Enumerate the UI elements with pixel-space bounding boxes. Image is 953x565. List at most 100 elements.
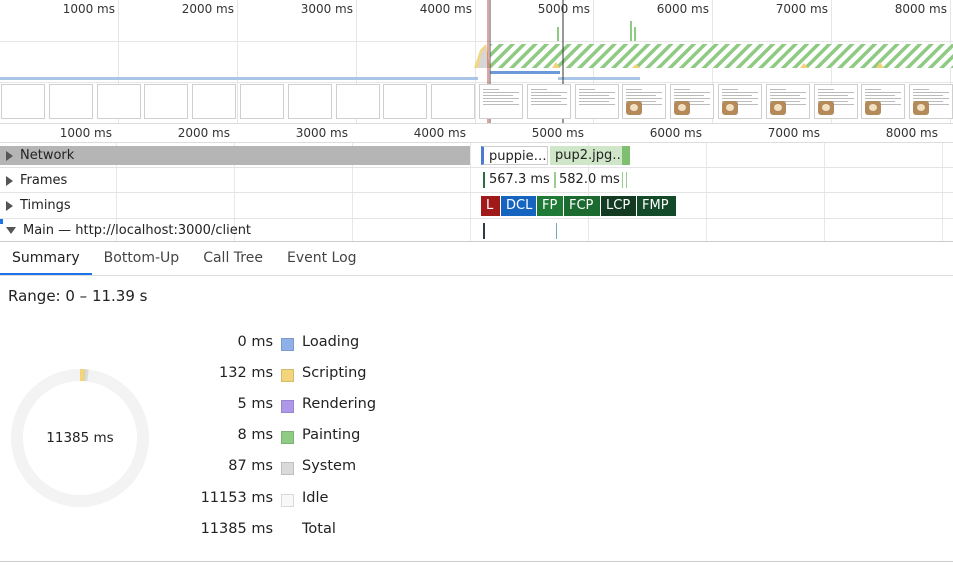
screenshot-thumbnail[interactable]	[909, 84, 953, 119]
frame-marker	[626, 172, 627, 188]
screenshot-thumbnail[interactable]	[240, 84, 284, 119]
summary-row-name: Rendering	[302, 396, 377, 413]
thumbnail-text-line	[578, 92, 615, 93]
timing-marker-fcp[interactable]: FCP	[564, 196, 600, 216]
thumbnail-text-line	[769, 89, 786, 90]
screenshot-thumbnail[interactable]	[287, 84, 332, 119]
task-marker	[483, 223, 485, 239]
frame-marker	[622, 172, 623, 188]
frame-marker	[554, 172, 556, 188]
summary-row-swatch	[281, 369, 294, 383]
collapse-triangle-icon[interactable]	[6, 226, 16, 234]
thumbnail-text-line	[722, 98, 758, 99]
network-track[interactable]: Network puppie… pup2.jpg…	[0, 143, 953, 168]
screenshot-thumbnail[interactable]	[144, 84, 189, 119]
pie-total-label: 11385 ms	[46, 430, 114, 446]
timings-track-header[interactable]: Timings	[0, 193, 71, 218]
screenshot-thumbnail[interactable]	[96, 84, 141, 119]
thumbnail-text-line	[578, 89, 595, 90]
summary-row-value: 87 ms	[228, 458, 273, 475]
thumbnail-text-line	[530, 95, 561, 96]
screenshot-thumbnail[interactable]	[479, 84, 523, 119]
thumbnail-puppy-image	[913, 101, 930, 115]
thumbnail-text-line	[722, 89, 738, 90]
summary-row-value: 11385 ms	[200, 520, 273, 537]
summary-row-name: Painting	[302, 427, 361, 444]
thumbnail-text-line	[674, 95, 705, 96]
frames-track-header[interactable]: Frames	[0, 168, 67, 193]
expand-triangle-icon[interactable]	[6, 175, 13, 186]
timeline-ruler: 1000 ms 2000 ms 3000 ms 4000 ms 5000 ms 6000 …	[0, 123, 953, 143]
frames-track[interactable]: Frames 567.3 ms 582.0 ms	[0, 168, 953, 193]
screenshot-thumbnail[interactable]	[383, 84, 428, 119]
screenshot-thumbnail[interactable]	[431, 84, 476, 119]
screenshot-thumbnail[interactable]	[622, 84, 667, 119]
screenshot-thumbnail[interactable]	[765, 84, 810, 119]
timing-marker-fmp[interactable]: FMP	[637, 196, 676, 216]
tab-event-log[interactable]: Event Log	[275, 242, 369, 275]
thumbnail-text-line	[578, 104, 615, 105]
ruler-tick-label: 5000 ms	[531, 126, 584, 140]
network-track-header[interactable]: Network	[0, 143, 74, 168]
main-thread-track[interactable]: Main — http://localhost:3000/client	[0, 219, 953, 241]
frame-marker	[483, 172, 485, 188]
thumbnail-text-line	[578, 95, 609, 96]
summary-row-name: Idle	[302, 489, 329, 506]
summary-row-loading: 0 ms Loading	[150, 334, 410, 354]
screenshot-thumbnail[interactable]	[526, 84, 571, 119]
summary-row-idle: 11153 ms Idle	[150, 490, 410, 510]
overview-tick-label: 4000 ms	[419, 2, 472, 16]
timing-marker-l[interactable]: L	[481, 196, 500, 216]
timing-marker-lcp[interactable]: LCP	[601, 196, 636, 216]
summary-row-swatch	[281, 338, 294, 351]
screenshot-thumbnail[interactable]	[574, 84, 619, 119]
expand-triangle-icon[interactable]	[6, 200, 13, 211]
tab-bottom-up[interactable]: Bottom-Up	[92, 242, 192, 275]
thumbnail-text-line	[483, 98, 519, 99]
thumbnail-text-line	[483, 101, 513, 102]
frame-duration[interactable]: 567.3 ms	[489, 172, 550, 187]
thumbnail-text-line	[913, 95, 944, 96]
screenshot-thumbnail[interactable]	[192, 84, 237, 119]
screenshot-thumbnail[interactable]	[335, 84, 380, 119]
screenshot-thumbnail[interactable]	[670, 84, 715, 119]
tab-summary[interactable]: Summary	[0, 242, 92, 275]
overview-tick-label: 7000 ms	[775, 2, 828, 16]
thumbnail-puppy-image	[722, 101, 738, 115]
screenshot-thumbnail[interactable]	[48, 84, 93, 119]
screenshot-thumbnail[interactable]	[813, 84, 858, 119]
thumbnail-text-line	[722, 92, 758, 93]
thumbnail-text-line	[865, 89, 882, 90]
summary-row-value: 11153 ms	[200, 489, 273, 506]
screenshot-thumbnail[interactable]	[1, 84, 45, 119]
expand-triangle-icon[interactable]	[6, 150, 13, 161]
thumbnail-text-line	[769, 95, 800, 96]
summary-row-name: Scripting	[302, 365, 367, 382]
thumbnail-text-line	[817, 98, 854, 99]
timing-marker-fp[interactable]: FP	[537, 196, 563, 216]
frame-duration[interactable]: 582.0 ms	[559, 172, 620, 187]
network-request-bar[interactable]: pup2.jpg…	[550, 146, 630, 165]
task-marker	[556, 223, 557, 239]
overview-activity-graph	[0, 0, 953, 123]
ruler-tick-label: 6000 ms	[649, 126, 702, 140]
timeline-overview[interactable]: 1000 ms 2000 ms 3000 ms 4000 ms 5000 ms 6000 …	[0, 0, 953, 123]
thumbnail-text-line	[913, 98, 950, 99]
overview-tick-label: 8000 ms	[894, 2, 947, 16]
screenshot-thumbnail[interactable]	[861, 84, 906, 119]
timings-track[interactable]: Timings L DCL FP FCP LCP FMP	[0, 193, 953, 219]
thumbnail-text-line	[626, 92, 663, 93]
overview-tick-label: 3000 ms	[300, 2, 353, 16]
network-track-label: Network	[20, 148, 75, 163]
thumbnail-text-line	[913, 89, 930, 90]
main-thread-track-header[interactable]: Main — http://localhost:3000/client	[0, 219, 251, 241]
thumbnail-text-line	[626, 89, 643, 90]
timings-track-label: Timings	[20, 198, 71, 213]
thumbnail-text-line	[674, 92, 711, 93]
summary-row-name: Loading	[302, 334, 360, 350]
timing-marker-dcl[interactable]: DCL	[501, 196, 536, 216]
network-request-bar[interactable]: puppie…	[481, 146, 548, 165]
flame-chart-tracks[interactable]: Network puppie… pup2.jpg… Frames 567.3 m…	[0, 143, 953, 241]
tab-call-tree[interactable]: Call Tree	[191, 242, 275, 275]
screenshot-thumbnail[interactable]	[718, 84, 762, 119]
